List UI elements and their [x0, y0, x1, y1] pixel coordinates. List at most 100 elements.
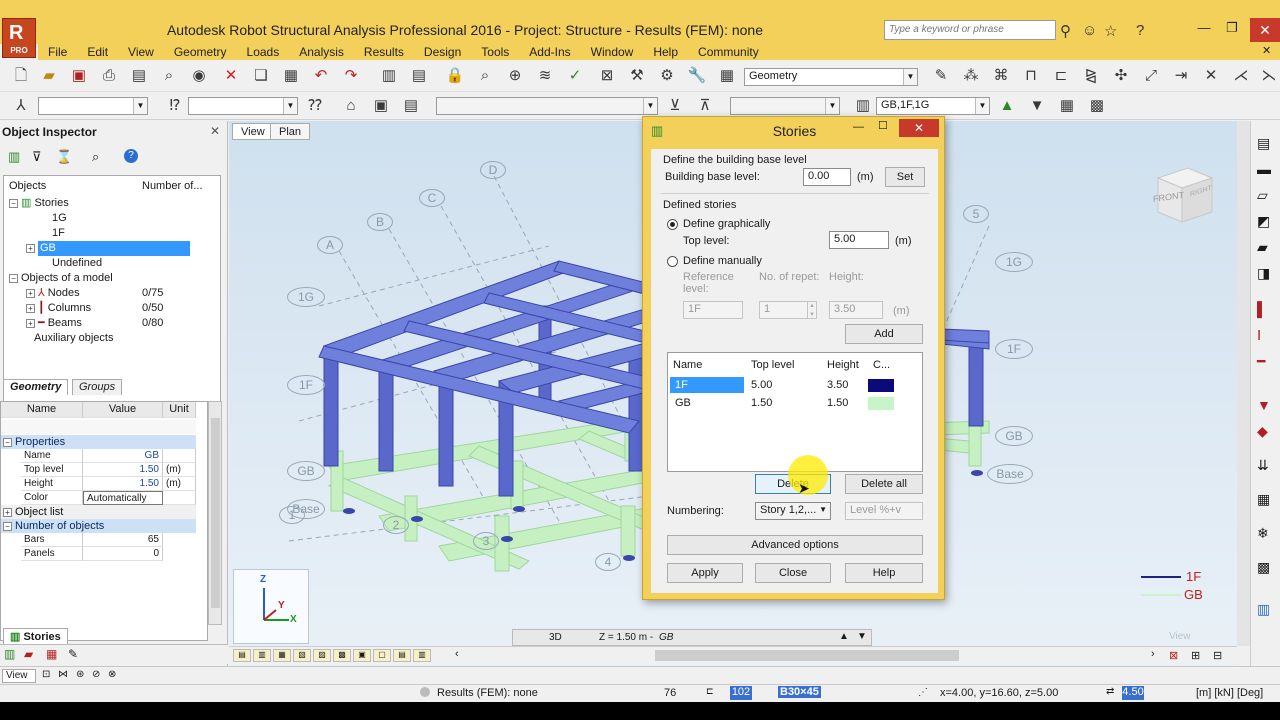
table-icon[interactable]: ▥ [378, 65, 400, 87]
list-header-color[interactable]: C... [868, 357, 890, 373]
view-tool-icon[interactable]: ▦ [273, 649, 291, 662]
rotate-icon[interactable]: ✣ [1110, 65, 1132, 87]
set-button[interactable]: Set [885, 167, 925, 187]
user-icon[interactable]: ☺ [1082, 22, 1097, 39]
settings-icon[interactable]: ⚙ [656, 65, 678, 87]
wall-icon[interactable]: ◨ [1257, 265, 1270, 282]
view-option-icon[interactable]: ⊟ [1213, 649, 1222, 662]
ibeam-icon[interactable]: Ⅰ [1257, 327, 1261, 344]
menu-edit[interactable]: Edit [77, 44, 118, 60]
view-tool-icon[interactable]: ▩ [333, 649, 351, 662]
status-tool-icon[interactable]: ⊘ [92, 669, 100, 680]
panel-icon[interactable]: ▰ [1257, 239, 1268, 256]
prop-top-level-value[interactable]: 1.50 [83, 463, 163, 477]
repetitions-input[interactable]: 1 [759, 301, 809, 319]
link-icon[interactable]: ⌘ [990, 65, 1012, 87]
repetitions-stepper[interactable]: ▲ ▼ [807, 301, 817, 319]
slab-icon[interactable]: ▱ [1257, 187, 1268, 204]
story-up-icon[interactable]: ▲ [996, 95, 1018, 117]
beam-icon[interactable]: ⊏ [1050, 65, 1072, 87]
view-tool-icon[interactable]: ▨ [313, 649, 331, 662]
menu-analysis[interactable]: Analysis [289, 44, 354, 60]
plan-icon[interactable]: ▣ [370, 95, 392, 117]
story-table-icon[interactable]: ▦ [1056, 95, 1078, 117]
tree-item-1f[interactable]: 1F [52, 226, 65, 241]
close-window-button[interactable]: ✕ [1250, 18, 1280, 42]
tree-item-columns[interactable]: + ┃ Columns [26, 301, 91, 316]
column-icon[interactable]: ▌ [1257, 301, 1267, 317]
tools-icon[interactable]: ⚒ [626, 65, 648, 87]
view-tool-icon[interactable]: ▥ [413, 649, 431, 662]
undo-icon[interactable]: ↶ [310, 65, 332, 87]
level-down-icon[interactable]: ▼ [857, 631, 867, 642]
list-item[interactable]: GB 1.50 1.50 [668, 395, 922, 411]
level-up-icon[interactable]: ▲ [839, 631, 849, 642]
tree-item-model-objects[interactable]: − Objects of a model [9, 271, 113, 286]
close-button[interactable]: Close [755, 563, 831, 583]
dialog-minimize-button[interactable]: — [853, 121, 864, 133]
nodes-icon[interactable]: ⁂ [960, 65, 982, 87]
section-icon[interactable]: ⅄ [10, 95, 32, 117]
scroll-right-icon[interactable]: › [1151, 648, 1155, 660]
story-down-icon[interactable]: ▼ [1026, 95, 1048, 117]
release-icon[interactable]: ◆ [1257, 423, 1268, 440]
add-button[interactable]: Add [845, 324, 923, 344]
status-tool-icon[interactable]: ⊛ [76, 669, 84, 680]
table-icon[interactable]: ▥ [1257, 601, 1270, 618]
view-option-icon[interactable]: ⊠ [1169, 649, 1178, 662]
paste-icon[interactable]: ▦ [280, 65, 302, 87]
binoculars-icon[interactable]: ⚲ [1060, 22, 1071, 40]
define-manually-label[interactable]: Define manually [683, 255, 762, 267]
snow-icon[interactable]: ❄ [1257, 525, 1269, 542]
story-icon[interactable]: ▥ [8, 149, 20, 165]
advanced-options-button[interactable]: Advanced options [667, 535, 923, 555]
new-file-icon[interactable]: 🗋 [10, 65, 32, 87]
units-display[interactable]: [m] [kN] [Deg] [1196, 687, 1263, 699]
search-input[interactable]: Type a keyword or phrase [884, 20, 1056, 40]
section-number[interactable]: 102 [730, 686, 752, 700]
dialog-close-button[interactable]: ✕ [899, 119, 939, 137]
story-edit-icon[interactable]: ✎ [68, 647, 78, 661]
print-preview-icon[interactable]: ▤ [128, 65, 150, 87]
menu-loads[interactable]: Loads [237, 44, 290, 60]
tree-item-nodes[interactable]: + ⅄ Nodes [26, 286, 80, 301]
tree-item-gb[interactable]: + GB [26, 241, 190, 256]
calc-icon[interactable]: ▩ [1257, 559, 1270, 576]
view-option-icon[interactable]: ⊞ [1191, 649, 1200, 662]
intersect-icon[interactable]: ✕ [1200, 65, 1222, 87]
structure-icon[interactable]: ⊠ [596, 65, 618, 87]
load-case-icon[interactable]: ⊼ [694, 95, 716, 117]
menu-geometry[interactable]: Geometry [164, 44, 237, 60]
view-cube[interactable]: FRONT RIGHT [1150, 160, 1220, 230]
dialog-maximize-button[interactable]: ☐ [878, 119, 888, 132]
material-icon[interactable]: ⁉ [164, 95, 186, 117]
minimize-button[interactable]: — [1190, 20, 1218, 40]
menu-close-icon[interactable]: ✕ [1262, 44, 1271, 57]
clear-filter-icon[interactable]: ⌛ [56, 149, 72, 165]
open-folder-icon[interactable]: ▰ [38, 65, 60, 87]
tab-geometry[interactable]: Geometry [3, 379, 69, 395]
status-tool-icon[interactable]: ⊡ [42, 669, 50, 680]
prop-height-value[interactable]: 1.50 [83, 477, 163, 491]
story-grid-icon[interactable]: ▩ [1086, 95, 1108, 117]
radio-define-graphically[interactable] [667, 219, 678, 230]
zoom-icon[interactable]: ⌕ [474, 65, 496, 87]
support-icon[interactable]: ▼ [1257, 397, 1271, 413]
prop-color-value[interactable]: Automatically [83, 491, 163, 505]
story-color-swatch[interactable] [868, 397, 894, 410]
list-header-height[interactable]: Height [822, 357, 859, 373]
tab-groups[interactable]: Groups [72, 379, 123, 395]
status-tool-icon[interactable]: ⋈ [58, 669, 68, 680]
layout-selector[interactable]: Geometry ▼ [744, 68, 918, 86]
list-item[interactable]: 1F 5.00 3.50 [668, 377, 922, 393]
numbering-select[interactable]: Story 1,2,... ▼ [755, 502, 831, 520]
filter-icon[interactable]: ⊽ [32, 149, 42, 165]
story-view-icon[interactable]: ▥ [4, 647, 15, 661]
copy-icon[interactable]: ❏ [250, 65, 272, 87]
section-selector[interactable]: ▼ [38, 97, 148, 115]
delete-all-button[interactable]: Delete all [845, 474, 923, 494]
scroll-left-icon[interactable]: ‹ [455, 648, 459, 660]
delete-icon[interactable]: ✕ [220, 65, 242, 87]
viewport-vertical-scrollbar[interactable] [1237, 121, 1250, 646]
close-icon[interactable]: ✕ [210, 124, 220, 138]
